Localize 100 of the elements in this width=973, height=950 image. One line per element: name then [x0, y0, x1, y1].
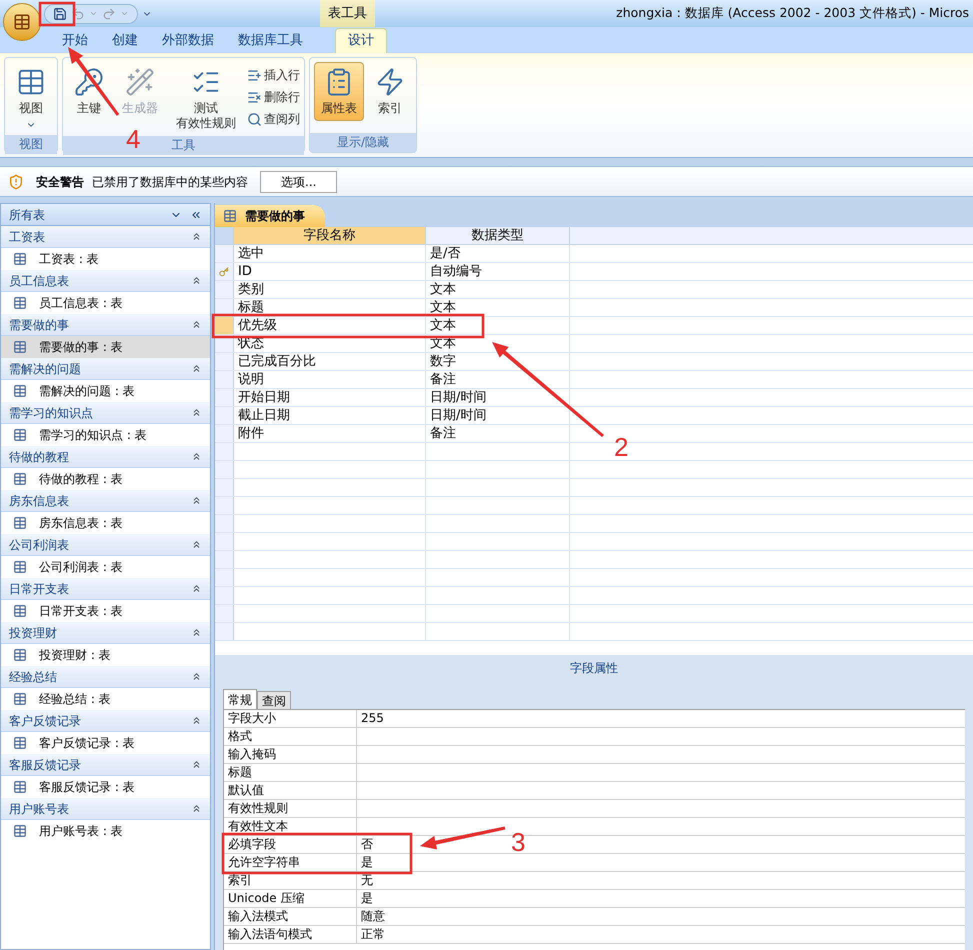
property-label: 输入掩码	[224, 746, 357, 763]
security-title: 安全警告	[36, 174, 84, 190]
property-label: 字段大小	[224, 710, 357, 727]
nav-group-header[interactable]: 客服反馈记录	[1, 754, 210, 776]
annotation-arrow	[68, 47, 120, 116]
ribbon-button[interactable]: 查阅列	[247, 110, 300, 128]
field-name-cell[interactable]: 选中	[234, 245, 426, 262]
table-icon	[13, 472, 27, 486]
ribbon-button[interactable]: 视图	[9, 62, 53, 135]
nav-group-header[interactable]: 日常开支表	[1, 578, 210, 600]
collapse-group-icon[interactable]	[191, 363, 202, 374]
collapse-group-icon[interactable]	[191, 759, 202, 770]
ribbon-tab[interactable]: 数据库工具	[226, 28, 315, 53]
ribbon-icon	[125, 67, 155, 97]
nav-group-header[interactable]: 需学习的知识点	[1, 402, 210, 424]
field-name-cell[interactable]: 附件	[234, 425, 426, 442]
ribbon-button[interactable]: 索引	[368, 62, 412, 121]
table-icon	[13, 780, 27, 794]
field-name-cell[interactable]: 已完成百分比	[234, 353, 426, 370]
nav-group-header[interactable]: 房东信息表	[1, 490, 210, 512]
property-label: 标题	[224, 764, 357, 781]
ribbon-icon	[375, 67, 405, 97]
property-label: 有效性文本	[224, 818, 357, 835]
collapse-group-icon[interactable]	[191, 231, 202, 242]
property-value[interactable]: 随意	[357, 908, 389, 925]
table-icon	[223, 209, 237, 223]
property-tab[interactable]: 查阅	[257, 691, 291, 709]
field-name-cell[interactable]: 说明	[234, 371, 426, 388]
ribbon-tab[interactable]: 外部数据	[150, 28, 226, 53]
ribbon-button[interactable]: 主键	[67, 62, 111, 121]
field-name-cell[interactable]: 优先级	[234, 317, 426, 334]
column-header[interactable]: 字段名称	[234, 227, 426, 244]
property-value[interactable]: 无	[357, 872, 377, 889]
ribbon-group-label: 显示/隐藏	[310, 133, 416, 152]
collapse-group-icon[interactable]	[191, 539, 202, 550]
property-value[interactable]: 否	[357, 836, 377, 853]
collapse-group-icon[interactable]	[191, 803, 202, 814]
ribbon-button[interactable]: 插入行	[247, 66, 300, 84]
property-value[interactable]: 255	[357, 710, 388, 727]
property-label: 输入法语句模式	[224, 926, 357, 943]
data-type-cell[interactable]: 备注	[426, 425, 570, 442]
row-selector[interactable]	[215, 263, 234, 280]
table-icon	[13, 252, 27, 266]
property-tab[interactable]: 常规	[223, 689, 257, 709]
field-name-cell[interactable]: 截止日期	[234, 407, 426, 424]
document-tab[interactable]: 需要做的事	[215, 205, 325, 227]
nav-group-header[interactable]: 投资理财	[1, 622, 210, 644]
nav-group-header[interactable]: 需解决的问题	[1, 358, 210, 380]
collapse-group-icon[interactable]	[191, 275, 202, 286]
nav-group-header[interactable]: 员工信息表	[1, 270, 210, 292]
table-icon	[13, 296, 27, 310]
property-label: 有效性规则	[224, 800, 357, 817]
property-value[interactable]: 是	[357, 890, 377, 907]
collapse-group-icon[interactable]	[191, 583, 202, 594]
nav-group-header[interactable]: 用户账号表	[1, 798, 210, 820]
nav-item[interactable]: 需要做的事 : 表	[1, 336, 210, 358]
shield-icon	[8, 174, 24, 190]
collapse-group-icon[interactable]	[191, 715, 202, 726]
collapse-group-icon[interactable]	[191, 451, 202, 462]
ribbon-button[interactable]: 删除行	[247, 88, 300, 106]
collapse-group-icon[interactable]	[191, 671, 202, 682]
nav-group-header[interactable]: 经验总结	[1, 666, 210, 688]
nav-group-header[interactable]: 客户反馈记录	[1, 710, 210, 732]
nav-group-header[interactable]: 工资表	[1, 226, 210, 248]
nav-group-header[interactable]: 需要做的事	[1, 314, 210, 336]
nav-group-header[interactable]: 公司利润表	[1, 534, 210, 556]
collapse-group-icon[interactable]	[191, 407, 202, 418]
ribbon-button[interactable]: 测试 有效性规则	[169, 62, 243, 136]
property-value[interactable]: 是	[357, 854, 377, 871]
table-icon	[13, 824, 27, 838]
caret-icon[interactable]	[89, 9, 98, 18]
data-type-cell[interactable]: 自动编号	[426, 263, 570, 280]
field-name-cell[interactable]: ID	[234, 263, 426, 280]
grid-corner[interactable]	[215, 227, 234, 244]
redo-icon[interactable]	[102, 6, 116, 20]
ribbon-tab[interactable]: 设计	[335, 28, 387, 53]
save-icon[interactable]	[53, 6, 67, 20]
key-icon	[219, 266, 229, 276]
data-type-cell[interactable]: 文本	[426, 299, 570, 316]
field-name-cell[interactable]: 开始日期	[234, 389, 426, 406]
collapse-group-icon[interactable]	[191, 319, 202, 330]
ribbon-button[interactable]: 属性表	[314, 62, 364, 121]
property-value[interactable]: 正常	[357, 926, 389, 943]
undo-icon[interactable]	[71, 6, 85, 20]
data-type-cell[interactable]: 是/否	[426, 245, 570, 262]
options-button[interactable]: 选项...	[260, 170, 338, 192]
ribbon-tab[interactable]: 开始	[50, 28, 100, 53]
ribbon-tab[interactable]: 创建	[100, 28, 150, 53]
field-name-cell[interactable]: 类别	[234, 281, 426, 298]
nav-group-header[interactable]: 待做的教程	[1, 446, 210, 468]
table-icon	[13, 692, 27, 706]
field-name-cell[interactable]: 标题	[234, 299, 426, 316]
collapse-group-icon[interactable]	[191, 495, 202, 506]
collapse-group-icon[interactable]	[191, 627, 202, 638]
column-header[interactable]: 数据类型	[426, 227, 570, 244]
data-type-cell[interactable]: 文本	[426, 317, 570, 334]
caret-icon[interactable]	[120, 9, 129, 18]
data-type-cell[interactable]: 文本	[426, 281, 570, 298]
table-icon	[13, 516, 27, 530]
column-header[interactable]	[570, 227, 973, 244]
